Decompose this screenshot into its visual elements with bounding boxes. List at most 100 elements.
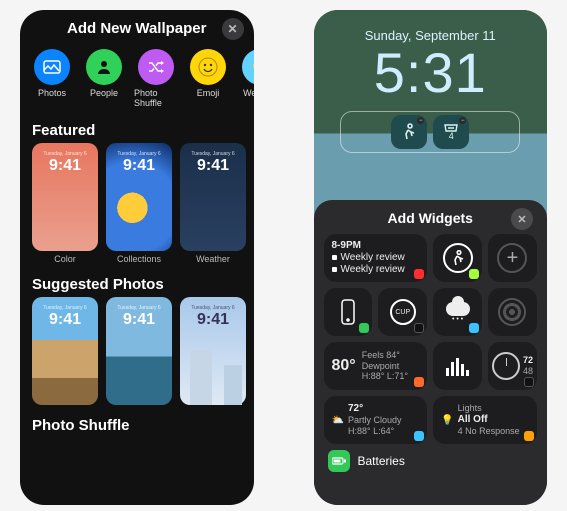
category-label: Photos bbox=[38, 88, 66, 98]
category-weather[interactable]: Weather bbox=[238, 49, 254, 108]
app-list-item-batteries[interactable]: Batteries bbox=[324, 444, 538, 472]
close-icon: ✕ bbox=[517, 213, 526, 226]
widget-battery-phone[interactable] bbox=[324, 288, 373, 336]
add-widgets-sheet: Add Widgets ✕ 8-9PM Weekly review Weekly… bbox=[314, 200, 548, 505]
sheet-title: Add Widgets bbox=[388, 210, 473, 226]
placed-widget-inbox[interactable]: − 4 bbox=[433, 115, 469, 149]
app-badge-icon bbox=[414, 377, 424, 387]
lockscreen-preview: Tuesday, January 6 9:41 bbox=[38, 151, 92, 175]
cloud-icon bbox=[446, 302, 470, 316]
remove-icon[interactable]: − bbox=[417, 117, 424, 124]
featured-thumb-collections[interactable]: Tuesday, January 6 9:41 bbox=[106, 143, 172, 251]
emoji-icon bbox=[190, 49, 226, 85]
category-shuffle[interactable]: Photo Shuffle bbox=[134, 49, 178, 108]
widget-rings[interactable] bbox=[488, 288, 537, 336]
weather-icon bbox=[242, 49, 254, 85]
widget-slot-bar[interactable]: − − 4 bbox=[340, 111, 520, 153]
thumb-label: Collections bbox=[117, 254, 161, 264]
clock-icon: CUP bbox=[390, 299, 416, 325]
app-badge-icon bbox=[414, 269, 424, 279]
dewpoint: Dewpoint bbox=[362, 361, 400, 372]
bars-icon bbox=[446, 356, 469, 376]
summary-cond: Partly Cloudy bbox=[348, 415, 402, 426]
lightbulb-icon: 💡 bbox=[441, 415, 453, 426]
shuffle-heading: Photo Shuffle bbox=[20, 409, 254, 438]
remove-icon[interactable]: − bbox=[459, 117, 466, 124]
close-button[interactable]: ✕ bbox=[511, 208, 533, 230]
app-badge-icon bbox=[414, 431, 424, 441]
wallpaper-picker-screen: Add New Wallpaper ✕ Photos People Photo … bbox=[20, 10, 254, 505]
thumb-label: Color bbox=[54, 254, 76, 264]
batteries-app-icon bbox=[328, 450, 350, 472]
sheet-header: Add Widgets ✕ bbox=[324, 208, 538, 234]
app-badge-icon bbox=[524, 431, 534, 441]
app-badge-icon bbox=[414, 323, 424, 333]
lockscreen-time[interactable]: 5:31 bbox=[314, 45, 548, 101]
suggested-row: Tuesday, January 6 9:41 Tuesday, January… bbox=[20, 297, 254, 409]
featured-thumb-color[interactable]: Tuesday, January 6 9:41 bbox=[32, 143, 98, 251]
category-label: People bbox=[90, 88, 118, 98]
clock-big: 72 bbox=[523, 355, 533, 366]
event-time: 8-9PM bbox=[332, 240, 361, 252]
lockscreen-content: Sunday, September 11 5:31 − − 4 bbox=[314, 10, 548, 153]
lights-state: All Off bbox=[458, 414, 488, 426]
lockscreen-preview: Tuesday, January 6 9:41 bbox=[38, 305, 92, 329]
thumb-label: Weather bbox=[196, 254, 230, 264]
plus-icon: + bbox=[497, 243, 527, 273]
widget-world-clock[interactable]: 72 48 bbox=[488, 342, 537, 390]
lockscreen-preview: Tuesday, January 6 9:41 bbox=[186, 305, 240, 329]
widget-home-lights[interactable]: 💡 Lights All Off 4 No Response bbox=[433, 396, 537, 444]
widget-audio[interactable] bbox=[433, 342, 482, 390]
temp: 80° bbox=[332, 357, 356, 375]
featured-thumb-weather[interactable]: Tuesday, January 6 9:41 bbox=[180, 143, 246, 251]
lights-sub: 4 No Response bbox=[458, 426, 520, 437]
event-line: Weekly review bbox=[341, 264, 405, 275]
phone-icon bbox=[338, 298, 358, 326]
app-list-label: Batteries bbox=[358, 454, 405, 468]
lockscreen-preview: Tuesday, January 6 9:41 bbox=[186, 151, 240, 175]
widget-weather-summary[interactable]: ⛅ 72° Partly Cloudy H:88° L:64° bbox=[324, 396, 428, 444]
partly-cloudy-icon: ⛅ bbox=[332, 415, 344, 426]
suggested-heading: Suggested Photos bbox=[20, 268, 254, 297]
sheet-title: Add New Wallpaper bbox=[67, 20, 206, 37]
placed-widget-activity[interactable]: − bbox=[391, 115, 427, 149]
app-badge-icon bbox=[524, 377, 534, 387]
walk-icon bbox=[443, 243, 473, 273]
suggested-thumb[interactable]: Tuesday, January 6 9:41 bbox=[180, 297, 246, 405]
widget-weather-detail[interactable]: 80° Feels 84° Dewpoint H:88° L:71° bbox=[324, 342, 428, 390]
suggested-thumb[interactable]: Tuesday, January 6 9:41 bbox=[32, 297, 98, 405]
app-badge-icon bbox=[359, 323, 369, 333]
widget-value: 4 bbox=[449, 132, 454, 141]
widget-calendar[interactable]: 8-9PM Weekly review Weekly review bbox=[324, 234, 428, 282]
lockscreen-preview: Tuesday, January 6 9:41 bbox=[112, 151, 166, 175]
close-button[interactable]: ✕ bbox=[222, 18, 244, 40]
category-label: Emoji bbox=[197, 88, 220, 98]
category-label: Weather bbox=[243, 88, 253, 98]
sheet-header: Add New Wallpaper ✕ bbox=[20, 10, 254, 45]
close-icon: ✕ bbox=[227, 22, 237, 36]
widget-clock-city[interactable]: CUP bbox=[378, 288, 427, 336]
feels-like: Feels 84° bbox=[362, 350, 400, 361]
category-row: Photos People Photo Shuffle Emoji Weathe… bbox=[20, 45, 254, 114]
category-label: Photo Shuffle bbox=[134, 88, 178, 108]
clock-small: 48 bbox=[523, 366, 533, 377]
category-photos[interactable]: Photos bbox=[30, 49, 74, 108]
category-emoji[interactable]: Emoji bbox=[186, 49, 230, 108]
watch-icon bbox=[492, 352, 520, 380]
suggested-thumb[interactable]: Tuesday, January 6 9:41 bbox=[106, 297, 172, 405]
event-line: Weekly review bbox=[341, 252, 405, 263]
rings-icon bbox=[498, 298, 526, 326]
walk-icon bbox=[402, 123, 416, 141]
widget-activity[interactable] bbox=[433, 234, 482, 282]
featured-row: Tuesday, January 6 9:41 Color Tuesday, J… bbox=[20, 143, 254, 268]
shuffle-icon bbox=[138, 49, 174, 85]
summary-temp: 72° bbox=[348, 403, 363, 415]
lockscreen-editor: Sunday, September 11 5:31 − − 4 Add Widg… bbox=[314, 10, 548, 505]
lights-title: Lights bbox=[458, 403, 482, 414]
widget-weather-small[interactable]: • • • bbox=[433, 288, 482, 336]
lockscreen-preview: Tuesday, January 6 9:41 bbox=[112, 305, 166, 329]
widget-add-placeholder[interactable]: + bbox=[488, 234, 537, 282]
app-badge-icon bbox=[469, 323, 479, 333]
category-people[interactable]: People bbox=[82, 49, 126, 108]
summary-hilo: H:88° L:64° bbox=[348, 426, 394, 437]
